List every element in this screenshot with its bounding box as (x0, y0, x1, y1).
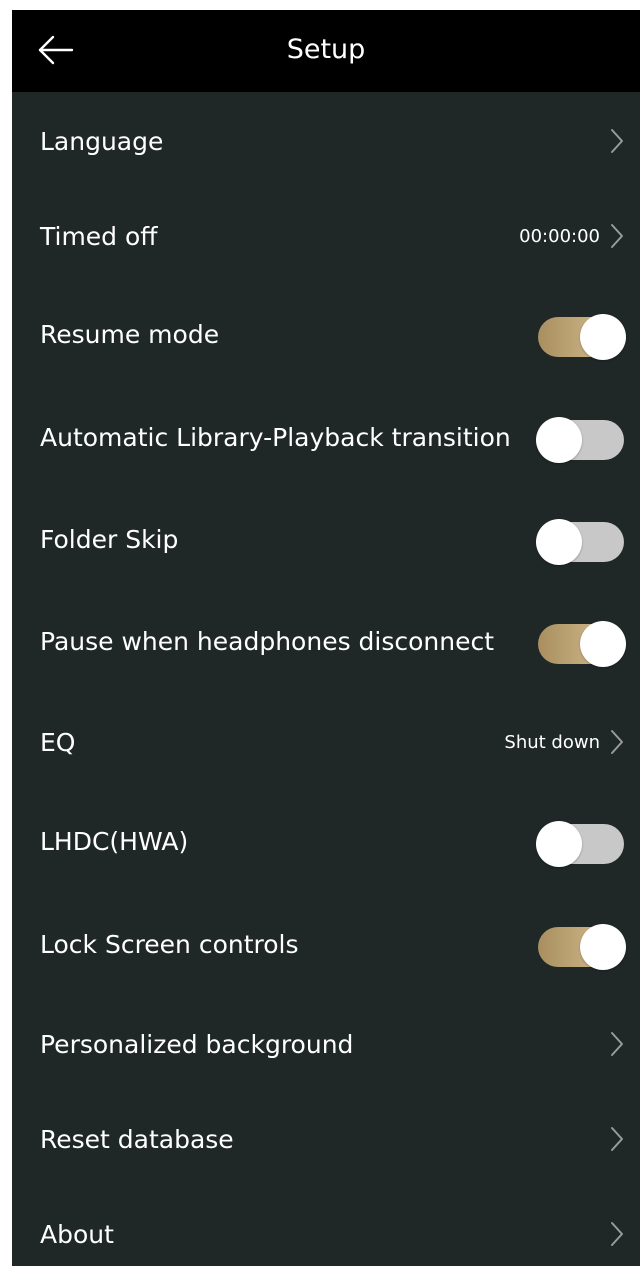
auto-library-playback-toggle[interactable] (536, 417, 624, 463)
setting-row-about[interactable]: About (12, 1185, 640, 1266)
header-bar: Setup (12, 10, 640, 92)
chevron-right-icon (610, 223, 624, 249)
toggle-knob (536, 519, 582, 565)
page-title: Setup (286, 34, 366, 65)
setting-label: Automatic Library-Playback transition (40, 423, 511, 452)
setting-row-eq[interactable]: EQ Shut down (12, 693, 640, 793)
toggle-knob (580, 314, 626, 360)
chevron-right-icon (610, 128, 624, 154)
setting-row-reset-database[interactable]: Reset database (12, 1090, 640, 1190)
back-button[interactable] (36, 32, 76, 68)
setup-screen: Setup Language Timed off 00:00:00 Resume… (12, 10, 640, 1266)
setting-row-pause-headphones: Pause when headphones disconnect (12, 592, 640, 692)
setting-label: LHDC(HWA) (40, 827, 189, 856)
pause-headphones-toggle[interactable] (538, 621, 626, 667)
toggle-knob (580, 924, 626, 970)
setting-row-timed-off[interactable]: Timed off 00:00:00 (12, 187, 640, 287)
setting-label: Pause when headphones disconnect (40, 627, 495, 656)
lock-screen-toggle[interactable] (538, 924, 626, 970)
chevron-right-icon (610, 1126, 624, 1152)
arrow-left-icon (36, 32, 76, 68)
setting-row-auto-library-playback: Automatic Library-Playback transition (12, 388, 640, 488)
setting-row-lock-screen: Lock Screen controls (12, 895, 640, 995)
setting-label: Personalized background (40, 1030, 354, 1059)
setting-row-resume-mode: Resume mode (12, 285, 640, 385)
folder-skip-toggle[interactable] (536, 519, 624, 565)
setting-label: Timed off (40, 222, 158, 251)
setting-row-language[interactable]: Language (12, 92, 640, 192)
setting-label: Folder Skip (40, 525, 179, 554)
eq-value: Shut down (504, 732, 600, 753)
toggle-knob (536, 821, 582, 867)
setting-label: About (40, 1220, 114, 1249)
setting-row-lhdc: LHDC(HWA) (12, 792, 640, 892)
chevron-right-icon (610, 729, 624, 755)
setting-label: Reset database (40, 1125, 234, 1154)
setting-row-folder-skip: Folder Skip (12, 490, 640, 590)
setting-row-personalized-background[interactable]: Personalized background (12, 995, 640, 1095)
resume-mode-toggle[interactable] (538, 314, 626, 360)
setting-label: Lock Screen controls (40, 930, 299, 959)
chevron-right-icon (610, 1221, 624, 1247)
toggle-knob (536, 417, 582, 463)
lhdc-toggle[interactable] (536, 821, 624, 867)
timed-off-value: 00:00:00 (519, 226, 600, 247)
setting-label: Resume mode (40, 320, 220, 349)
setting-label: EQ (40, 728, 76, 757)
setting-label: Language (40, 127, 164, 156)
chevron-right-icon (610, 1031, 624, 1057)
toggle-knob (580, 621, 626, 667)
